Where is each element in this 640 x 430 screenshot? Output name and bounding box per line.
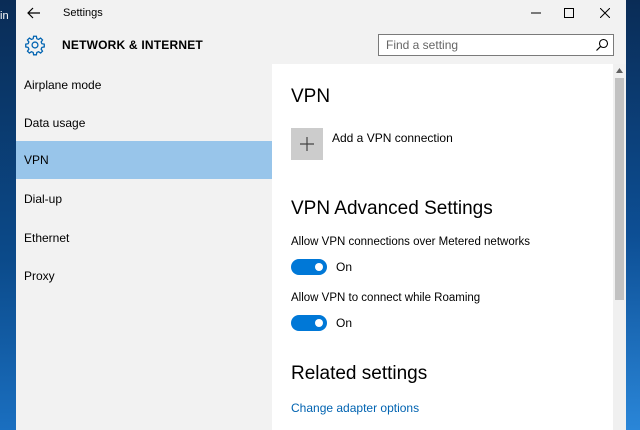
sidebar-item-label: Proxy (24, 269, 55, 283)
maximize-button[interactable] (553, 0, 585, 26)
desktop-background-left: in (0, 0, 16, 430)
scroll-up-button[interactable] (613, 64, 626, 77)
settings-header: NETWORK & INTERNET (16, 26, 626, 64)
gear-icon (25, 35, 45, 56)
close-icon (600, 8, 610, 18)
add-vpn-tile (291, 128, 323, 160)
window-title: Settings (63, 7, 103, 19)
toggle-knob (315, 319, 323, 327)
sidebar-item-label: Dial-up (24, 192, 63, 206)
chevron-up-icon (616, 68, 623, 73)
sidebar-item-dial-up[interactable]: Dial-up (16, 180, 272, 218)
arrow-left-icon (27, 7, 40, 19)
search-box (378, 34, 614, 56)
sidebar-item-ethernet[interactable]: Ethernet (16, 219, 272, 257)
roaming-toggle[interactable] (291, 315, 327, 331)
settings-window: Settings NETWORK & INTERNET Find a setti… (16, 0, 626, 430)
page-title: NETWORK & INTERNET (62, 38, 203, 52)
vpn-heading: VPN (291, 86, 331, 107)
sidebar-item-label: Data usage (24, 116, 86, 130)
related-settings-heading: Related settings (291, 363, 428, 384)
advanced-settings-heading: VPN Advanced Settings (291, 198, 493, 219)
close-button[interactable] (589, 0, 621, 26)
search-icon[interactable] (595, 38, 609, 52)
sidebar-item-label: VPN (24, 153, 49, 167)
sidebar-item-vpn[interactable]: VPN (16, 141, 272, 179)
minimize-button[interactable] (520, 0, 552, 26)
scrollbar-thumb[interactable] (615, 78, 624, 300)
change-adapter-options-link[interactable]: Change adapter options (291, 401, 419, 415)
search-input[interactable] (379, 35, 591, 55)
sidebar-item-airplane-mode[interactable]: Airplane mode (16, 66, 272, 104)
maximize-icon (564, 8, 574, 18)
add-vpn-label: Add a VPN connection (332, 131, 453, 145)
minimize-icon (531, 12, 541, 14)
desktop-background-right (626, 0, 640, 430)
desktop-text: in (0, 10, 9, 22)
roaming-toggle-state: On (336, 316, 353, 330)
add-vpn-button[interactable]: Add a VPN connection (291, 128, 453, 160)
sidebar-item-label: Airplane mode (24, 78, 102, 92)
metered-setting-label: Allow VPN connections over Metered netwo… (291, 236, 531, 248)
sidebar-item-data-usage[interactable]: Data usage (16, 104, 272, 142)
sidebar-item-proxy[interactable]: Proxy (16, 257, 272, 295)
sidebar-item-label: Ethernet (24, 231, 70, 245)
metered-toggle-row: On (291, 259, 352, 275)
toggle-knob (315, 263, 323, 271)
plus-icon (300, 137, 314, 151)
roaming-toggle-row: On (291, 315, 352, 331)
roaming-setting-label: Allow VPN to connect while Roaming (291, 292, 481, 304)
back-button[interactable] (16, 0, 52, 26)
sidebar: Airplane mode Data usage VPN Dial-up Eth… (16, 64, 272, 430)
scrollbar[interactable] (613, 64, 626, 430)
title-bar: Settings (16, 0, 626, 26)
metered-toggle[interactable] (291, 259, 327, 275)
metered-toggle-state: On (336, 260, 353, 274)
main-content: VPN Add a VPN connection VPN Advanced Se… (272, 64, 626, 430)
